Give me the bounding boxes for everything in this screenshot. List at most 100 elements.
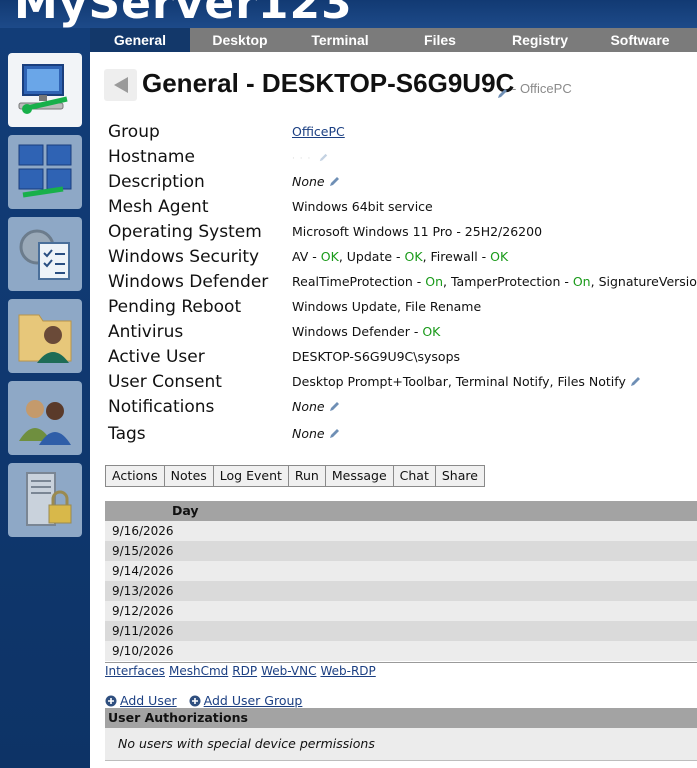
add-user-group-link[interactable]: Add User Group — [204, 693, 303, 708]
edit-consent-pencil-icon[interactable] — [630, 375, 641, 390]
message-button[interactable]: Message — [324, 465, 394, 487]
actions-button[interactable]: Actions — [105, 465, 165, 487]
signature-label: SignatureVersion — [598, 274, 697, 289]
sidebar-item-devices-group[interactable] — [8, 135, 82, 209]
day-row[interactable]: 9/14/2026 — [105, 561, 697, 581]
description-label: Description — [108, 172, 205, 192]
tab-general[interactable]: General — [90, 28, 190, 52]
tab-software[interactable]: Software — [590, 28, 690, 52]
rtp-status: On — [425, 274, 444, 289]
user-authorizations-body: No users with special device permissions — [105, 728, 697, 761]
web-vnc-link[interactable]: Web-VNC — [261, 664, 316, 678]
notes-button[interactable]: Notes — [163, 465, 214, 487]
edit-name-pencil-icon[interactable] — [497, 84, 508, 103]
tags-text: None — [292, 426, 325, 441]
tags-value: None — [292, 426, 340, 442]
hostname-value: · · · — [292, 149, 328, 165]
web-rdp-link[interactable]: Web-RDP — [320, 664, 375, 678]
rdp-link[interactable]: RDP — [232, 664, 257, 678]
day-row[interactable]: 9/13/2026 — [105, 581, 697, 601]
sidebar-item-server-security[interactable] — [8, 463, 82, 537]
sidebar — [0, 28, 90, 768]
day-row[interactable]: 9/10/2026 — [105, 641, 697, 661]
meshcmd-link[interactable]: MeshCmd — [169, 664, 228, 678]
tab-terminal[interactable]: Terminal — [290, 28, 390, 52]
tab-bar: General Desktop Terminal Files Registry … — [90, 28, 697, 52]
firewall-status: OK — [490, 249, 509, 264]
group-label: Group — [108, 122, 160, 142]
active-user-value: DESKTOP-S6G9U9C\sysops — [292, 349, 461, 364]
back-arrow-icon — [113, 77, 128, 93]
os-label: Operating System — [108, 222, 262, 242]
day-row[interactable]: 9/11/2026 — [105, 621, 697, 641]
tamper-status: On — [572, 274, 591, 289]
os-value: Microsoft Windows 11 Pro - 25H2/26200 — [292, 224, 543, 239]
pending-reboot-label: Pending Reboot — [108, 297, 242, 317]
user-folder-icon — [18, 314, 72, 363]
notifications-value: None — [292, 399, 340, 415]
update-label: Update — [346, 249, 393, 264]
notifications-label: Notifications — [108, 397, 215, 417]
tags-label: Tags — [108, 424, 146, 444]
edit-tags-pencil-icon[interactable] — [329, 427, 340, 442]
update-status: OK — [404, 249, 423, 264]
log-event-button[interactable]: Log Event — [212, 465, 289, 487]
day-list-header: Day — [105, 501, 697, 521]
user-consent-label: User Consent — [108, 372, 222, 392]
settings-checklist-icon — [19, 229, 70, 280]
sidebar-item-users[interactable] — [8, 381, 82, 455]
edit-hostname-pencil-icon[interactable] — [319, 150, 328, 165]
antivirus-name: Windows Defender — [292, 324, 410, 339]
hostname-redacted: · · · — [292, 154, 312, 164]
devices-group-icon — [18, 144, 72, 198]
action-buttons: Actions Notes Log Event Run Message Chat Share — [105, 465, 485, 487]
interfaces-link[interactable]: Interfaces — [105, 664, 165, 678]
edit-notifications-pencil-icon[interactable] — [329, 400, 340, 415]
sidebar-item-user-files[interactable] — [8, 299, 82, 373]
windows-security-label: Windows Security — [108, 247, 260, 267]
app-header: MyServer123 — [0, 0, 697, 28]
edit-description-pencil-icon[interactable] — [329, 175, 340, 190]
antivirus-status: OK — [422, 324, 441, 339]
tab-registry[interactable]: Registry — [490, 28, 590, 52]
connection-links: Interfaces MeshCmd RDP Web-VNC Web-RDP — [105, 664, 380, 678]
windows-defender-label: Windows Defender — [108, 272, 269, 292]
day-row[interactable]: 9/15/2026 — [105, 541, 697, 561]
sidebar-item-device-general[interactable] — [8, 53, 82, 127]
user-consent-text: Desktop Prompt+Toolbar, Terminal Notify,… — [292, 374, 626, 389]
group-link[interactable]: OfficePC — [292, 124, 345, 139]
chat-button[interactable]: Chat — [392, 465, 436, 487]
av-label: AV — [292, 249, 309, 264]
title-group-name: - OfficePC — [512, 81, 572, 96]
back-button[interactable] — [104, 69, 137, 101]
user-authorizations-header: User Authorizations — [105, 708, 697, 728]
user-authorizations-empty-text: No users with special device permissions — [118, 736, 375, 751]
add-user-link[interactable]: Add User — [120, 693, 177, 708]
pending-reboot-value: Windows Update, File Rename — [292, 299, 482, 314]
rtp-label: RealTimeProtection — [292, 274, 413, 289]
mesh-agent-value: Windows 64bit service — [292, 199, 433, 214]
user-consent-value: Desktop Prompt+Toolbar, Terminal Notify,… — [292, 374, 641, 390]
windows-defender-value: RealTimeProtection - On, TamperProtectio… — [292, 274, 697, 289]
share-button[interactable]: Share — [434, 465, 485, 487]
tab-desktop[interactable]: Desktop — [190, 28, 290, 52]
windows-security-value: AV - OK, Update - OK, Firewall - OK — [292, 249, 509, 264]
day-row[interactable]: 9/12/2026 — [105, 601, 697, 621]
av-status: OK — [320, 249, 339, 264]
run-button[interactable]: Run — [287, 465, 326, 487]
day-row[interactable]: 9/16/2026 — [105, 521, 697, 541]
mesh-agent-label: Mesh Agent — [108, 197, 209, 217]
group-value: OfficePC — [292, 124, 345, 139]
firewall-label: Firewall — [430, 249, 478, 264]
sidebar-item-settings[interactable] — [8, 217, 82, 291]
notifications-text: None — [292, 399, 325, 414]
day-list: Day 9/16/2026 9/15/2026 9/14/2026 9/13/2… — [105, 501, 697, 661]
app-brand: MyServer123 — [14, 0, 353, 28]
antivirus-label: Antivirus — [108, 322, 184, 342]
description-value: None — [292, 174, 340, 190]
device-general-icon — [18, 64, 68, 114]
description-text: None — [292, 174, 325, 189]
users-icon — [19, 400, 71, 445]
active-user-label: Active User — [108, 347, 205, 367]
tab-files[interactable]: Files — [390, 28, 490, 52]
